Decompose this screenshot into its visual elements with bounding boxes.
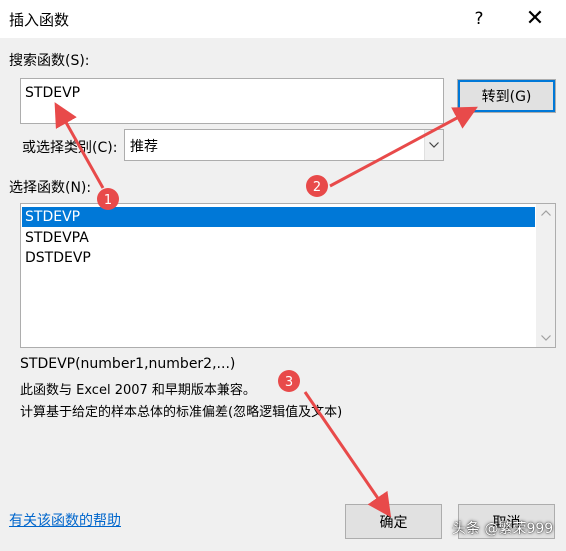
- svg-text:2: 2: [313, 180, 321, 195]
- function-list-label: 选择函数(N):: [9, 180, 92, 196]
- scroll-up-icon[interactable]: [536, 204, 555, 222]
- annotation-badge-3: 3: [278, 370, 300, 392]
- dialog-title: 插入函数: [9, 11, 70, 29]
- annotation-badge-2: 2: [306, 175, 328, 197]
- category-label: 或选择类别(C):: [22, 140, 118, 156]
- category-selected-value: 推荐: [130, 139, 158, 155]
- function-description: 计算基于给定的样本总体的标准偏差(忽略逻辑值及文本): [20, 405, 343, 420]
- title-bar: 插入函数 ? ✕: [0, 0, 566, 38]
- scroll-down-icon[interactable]: [536, 329, 555, 347]
- chevron-down-icon[interactable]: [424, 130, 443, 160]
- function-help-link[interactable]: 有关该函数的帮助: [9, 510, 121, 530]
- ok-button-label: 确定: [379, 514, 408, 531]
- search-input-value: STDEVP: [25, 85, 81, 101]
- function-signature: STDEVP(number1,number2,...): [20, 356, 236, 372]
- search-label: 搜索函数(S):: [9, 53, 90, 69]
- close-icon[interactable]: ✕: [520, 6, 550, 32]
- watermark-text: 头条 @繁荣999: [452, 521, 554, 537]
- go-button[interactable]: 转到(G): [457, 79, 556, 113]
- svg-text:3: 3: [285, 375, 293, 390]
- function-list[interactable]: STDEVP STDEVPA DSTDEVP: [20, 203, 556, 348]
- help-icon[interactable]: ?: [466, 6, 492, 32]
- category-select[interactable]: 推荐: [124, 129, 444, 161]
- search-input[interactable]: STDEVP: [20, 78, 444, 124]
- go-button-label: 转到(G): [481, 89, 532, 105]
- compatibility-note: 此函数与 Excel 2007 和早期版本兼容。: [20, 383, 256, 398]
- list-item-stdevp[interactable]: STDEVP: [22, 207, 535, 227]
- function-list-scrollbar[interactable]: [536, 204, 555, 347]
- list-item-stdevpa[interactable]: STDEVPA: [22, 228, 535, 248]
- list-item-dstdevp[interactable]: DSTDEVP: [22, 248, 535, 268]
- ok-button[interactable]: 确定: [345, 504, 442, 539]
